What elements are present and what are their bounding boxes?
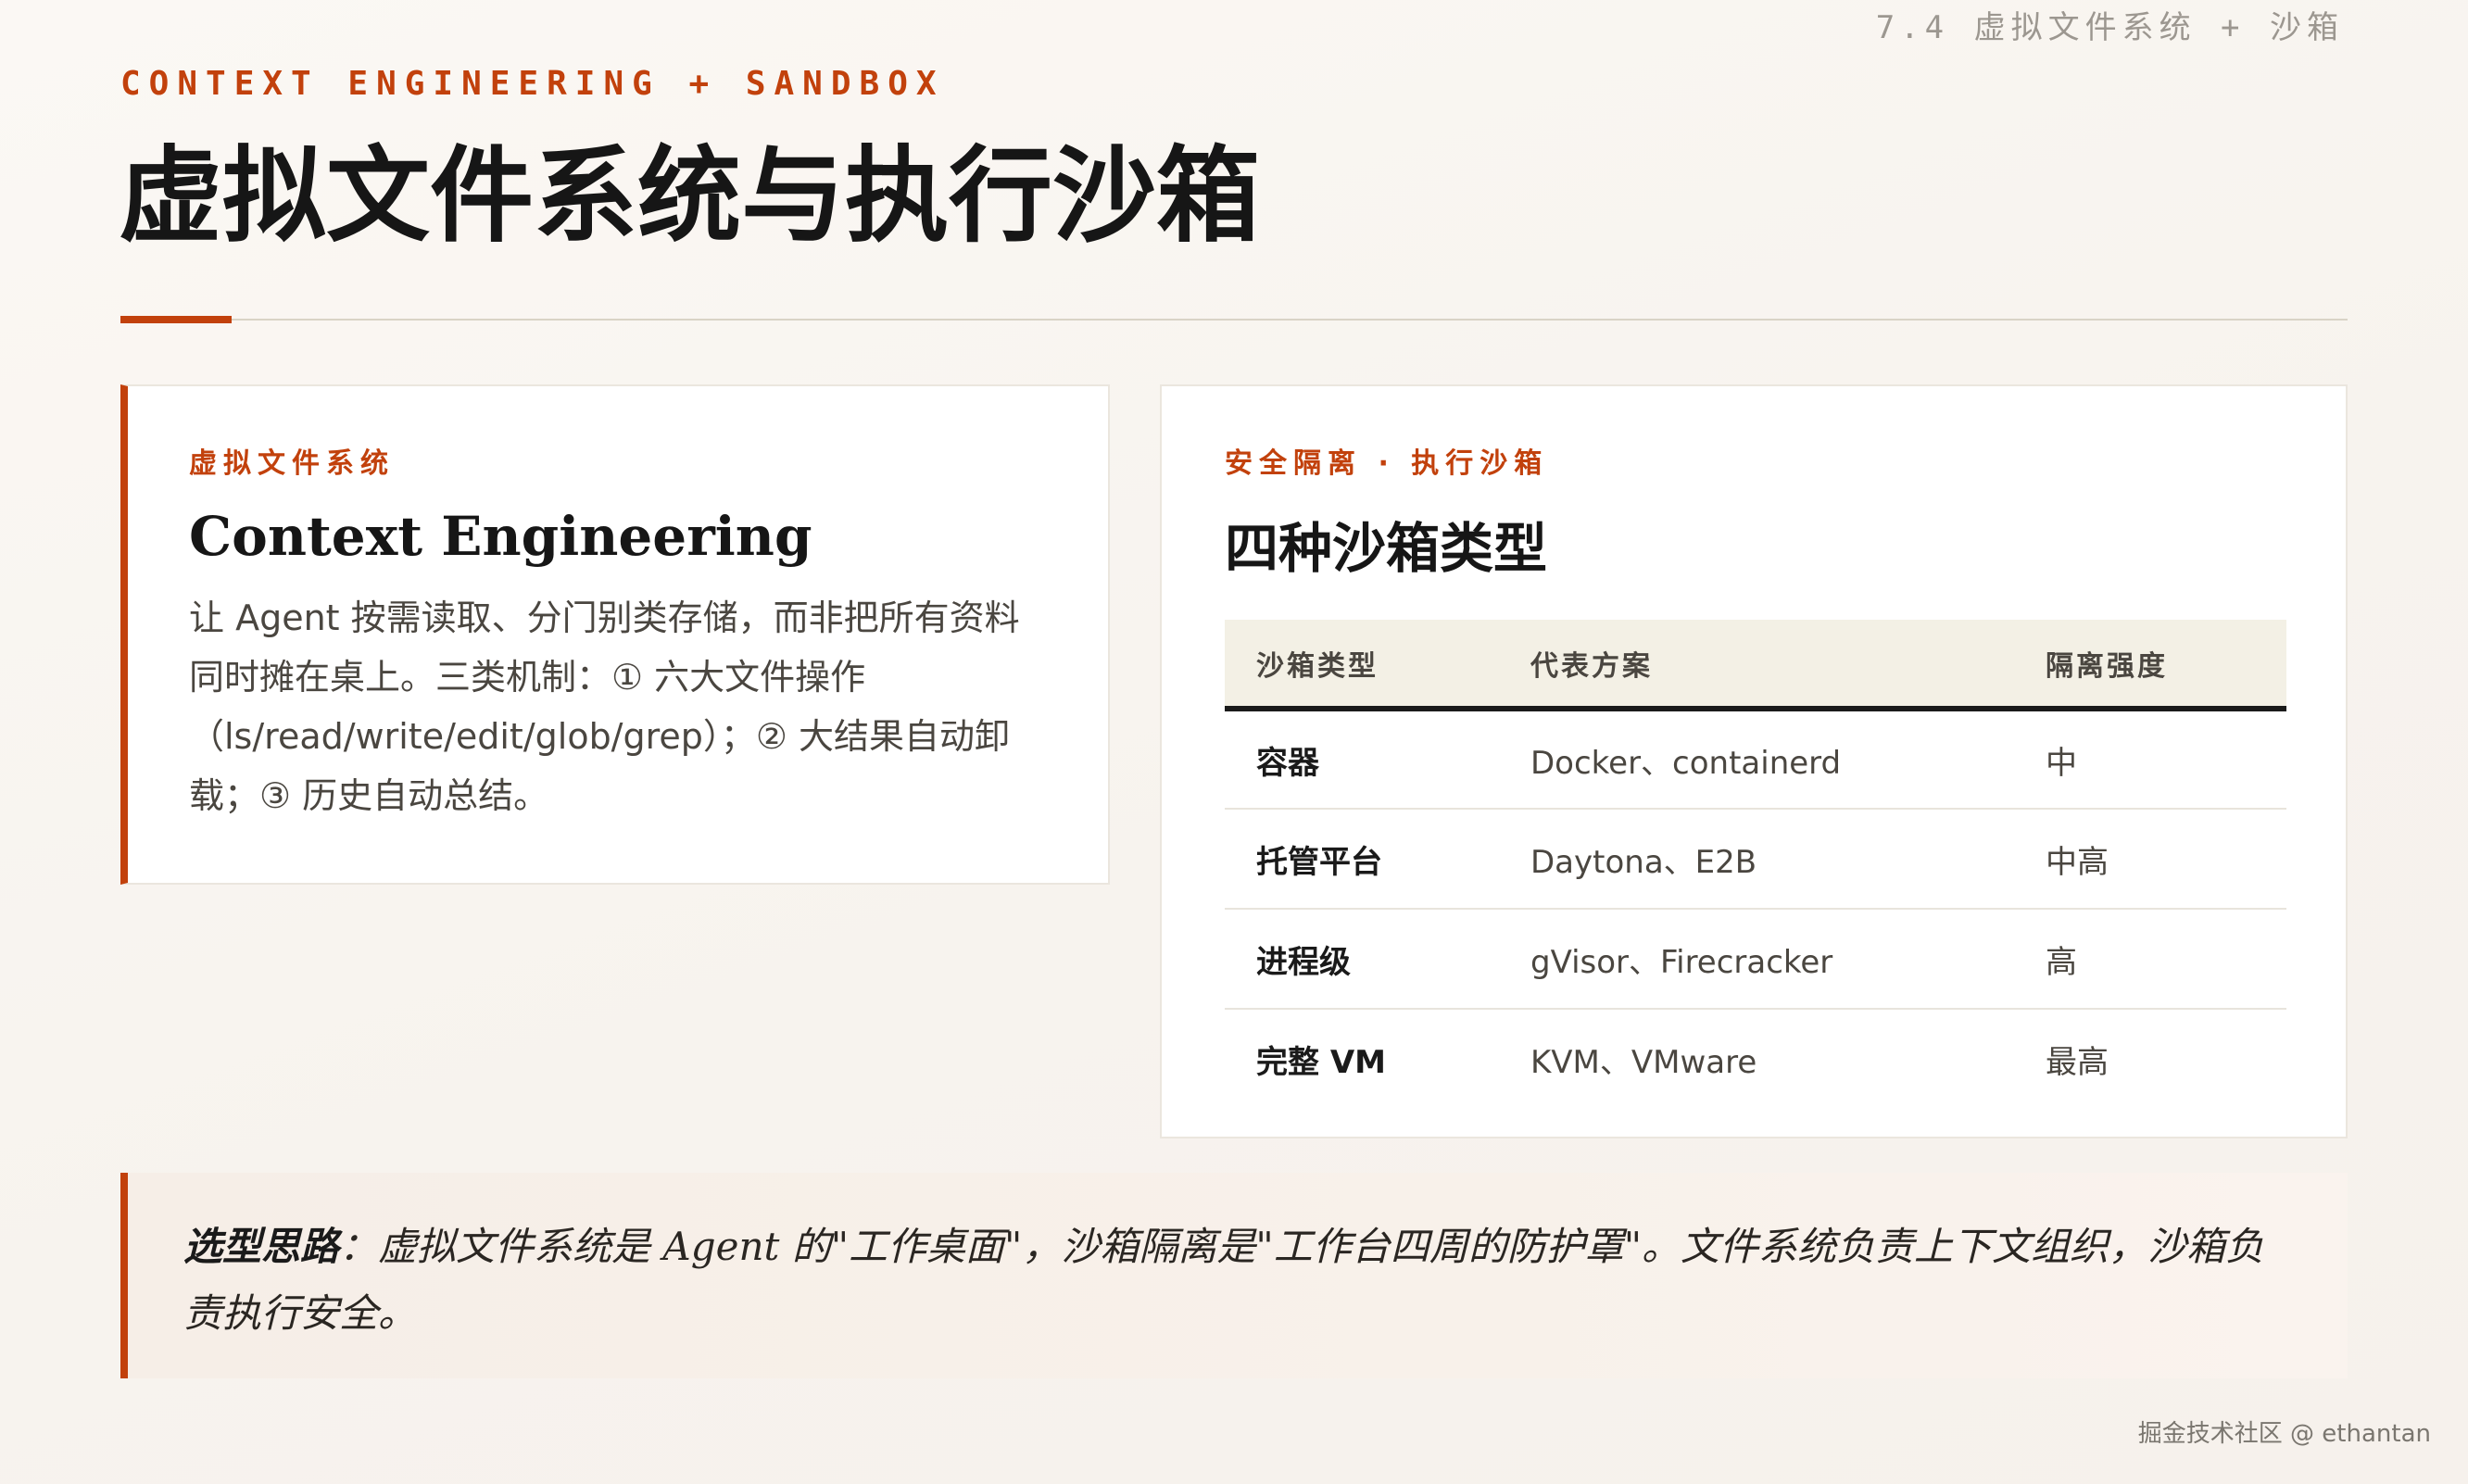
- table-row: 容器 Docker、containerd 中: [1225, 709, 2286, 810]
- page-label: 7.4 虚拟文件系统 + 沙箱: [1875, 9, 2344, 46]
- note-separator: ：: [339, 1224, 379, 1269]
- virtual-filesystem-card: 虚拟文件系统 Context Engineering 让 Agent 按需读取、…: [120, 384, 1110, 885]
- column-header-solution: 代表方案: [1499, 620, 2014, 711]
- card-eyebrow: 安全隔离 · 执行沙箱: [1225, 447, 1549, 480]
- sandbox-types-table: 沙箱类型 代表方案 隔离强度 容器 Docker、containerd 中 托管…: [1225, 620, 2286, 1109]
- title-divider-accent: [120, 316, 232, 323]
- page-title: 虚拟文件系统与执行沙箱: [119, 135, 1260, 257]
- card-eyebrow: 虚拟文件系统: [189, 447, 395, 480]
- table-header-row: 沙箱类型 代表方案 隔离强度: [1225, 620, 2286, 711]
- table-row: 进程级 gVisor、Firecracker 高: [1225, 909, 2286, 1010]
- cell-isolation: 高: [2014, 909, 2286, 1010]
- card-body: 让 Agent 按需读取、分门别类存储，而非把所有资料同时摊在桌上。三类机制：①…: [189, 597, 1020, 816]
- note-lead: 选型思路: [183, 1224, 340, 1269]
- watermark: 掘金技术社区 @ ethantan: [2137, 1420, 2431, 1448]
- cell-isolation: 最高: [2046, 1044, 2109, 1081]
- selection-note: 选型思路：虚拟文件系统是 Agent 的"工作桌面"，沙箱隔离是"工作台四周的防…: [120, 1173, 2348, 1378]
- table-row: 托管平台 Daytona、E2B 中高: [1225, 809, 2286, 910]
- sandbox-card: 安全隔离 · 执行沙箱 四种沙箱类型 沙箱类型 代表方案 隔离强度 容器 Doc…: [1160, 384, 2348, 1138]
- cell-solution: gVisor、Firecracker: [1499, 909, 2014, 1010]
- cell-solution: Daytona、E2B: [1499, 809, 2014, 910]
- section-eyebrow: CONTEXT ENGINEERING + SANDBOX: [120, 65, 945, 103]
- title-divider: [120, 319, 2348, 321]
- card-title: 四种沙箱类型: [1225, 517, 1548, 580]
- cell-solution: Docker、containerd: [1499, 709, 2014, 810]
- note-text: 虚拟文件系统是 Agent 的"工作桌面"，沙箱隔离是"工作台四周的防护罩"。文…: [183, 1224, 2265, 1336]
- cell-isolation: 中: [2014, 709, 2286, 810]
- column-header-type: 沙箱类型: [1225, 620, 1499, 711]
- table-row: 完整 VM KVM、VMware 最高: [1225, 1009, 2286, 1109]
- cell-isolation: 中高: [2014, 809, 2286, 910]
- column-header-isolation: 隔离强度: [2014, 620, 2286, 711]
- cell-solution: KVM、VMware: [1530, 1044, 1757, 1081]
- cell-sandbox-type: 进程级: [1225, 909, 1499, 1010]
- cell-sandbox-type: 容器: [1225, 709, 1499, 810]
- cell-sandbox-type: 完整 VM: [1256, 1044, 1386, 1081]
- card-title: Context Engineering: [189, 505, 812, 568]
- cell-sandbox-type: 托管平台: [1225, 809, 1499, 910]
